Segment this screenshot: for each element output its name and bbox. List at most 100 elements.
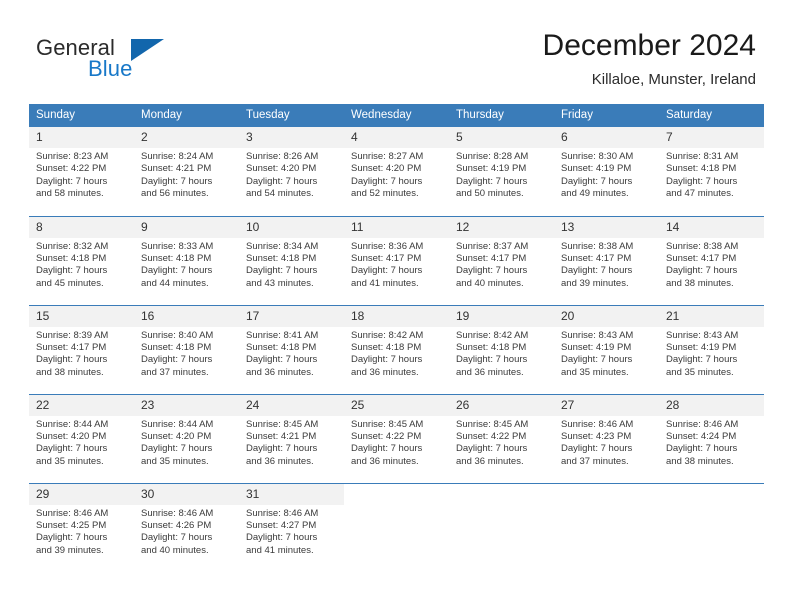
day-cell[interactable]: 8 Sunrise: 8:32 AM Sunset: 4:18 PM Daylight… (29, 215, 134, 305)
day-sunset-text: Sunset: 4:18 PM (666, 163, 737, 175)
day-daylight1-text: Daylight: 7 hours (36, 354, 108, 366)
day-sunrise-text: Sunrise: 8:39 AM (36, 329, 109, 341)
page-header: General Blue December 2024 Killaloe, Mun… (0, 0, 792, 100)
day-cell[interactable]: 25 Sunrise: 8:45 AM Sunset: 4:22 PM Dayligh… (344, 393, 449, 483)
day-cell[interactable]: 4 Sunrise: 8:27 AM Sunset: 4:20 PM Daylight… (344, 127, 449, 216)
day-sunrise-text: Sunrise: 8:36 AM (351, 240, 424, 252)
day-number: 18 (344, 305, 449, 327)
day-daylight2-text: and 36 minutes. (246, 455, 314, 467)
day-cell[interactable]: 23 Sunrise: 8:44 AM Sunset: 4:20 PM Dayligh… (134, 393, 239, 483)
day-daylight1-text: Daylight: 7 hours (141, 443, 213, 455)
weekday-header-thursday: Thursday (449, 104, 554, 127)
day-cell[interactable]: 24 Sunrise: 8:45 AM Sunset: 4:21 PM Dayligh… (239, 393, 344, 483)
day-daylight2-text: and 37 minutes. (141, 366, 209, 378)
day-number: 13 (554, 216, 659, 238)
day-cell[interactable]: 16 Sunrise: 8:40 AM Sunset: 4:18 PM Dayligh… (134, 304, 239, 394)
day-cell[interactable]: 6 Sunrise: 8:30 AM Sunset: 4:19 PM Daylight… (554, 127, 659, 216)
day-daylight2-text: and 38 minutes. (666, 455, 734, 467)
day-sunset-text: Sunset: 4:27 PM (246, 519, 317, 531)
title-block: December 2024 Killaloe, Munster, Ireland (543, 28, 756, 90)
day-cell[interactable]: 13 Sunrise: 8:38 AM Sunset: 4:17 PM Dayligh… (554, 215, 659, 305)
day-sunset-text: Sunset: 4:26 PM (141, 519, 212, 531)
day-cell[interactable]: 1 Sunrise: 8:23 AM Sunset: 4:22 PM Daylight… (29, 127, 134, 216)
day-daylight1-text: Daylight: 7 hours (36, 265, 108, 277)
day-details: Sunrise: 8:41 AM Sunset: 4:18 PM Daylight:… (239, 327, 344, 380)
day-daylight1-text: Daylight: 7 hours (36, 443, 108, 455)
day-sunrise-text: Sunrise: 8:24 AM (141, 151, 214, 162)
day-cell[interactable]: 19 Sunrise: 8:42 AM Sunset: 4:18 PM Dayligh… (449, 304, 554, 394)
day-cell[interactable]: 22 Sunrise: 8:44 AM Sunset: 4:20 PM Dayligh… (29, 393, 134, 483)
day-cell[interactable]: 30 Sunrise: 8:46 AM Sunset: 4:26 PM Dayligh… (134, 482, 239, 572)
day-cell[interactable]: 10 Sunrise: 8:34 AM Sunset: 4:18 PM Dayligh… (239, 215, 344, 305)
day-daylight2-text: and 41 minutes. (351, 277, 419, 289)
day-cell[interactable]: 26 Sunrise: 8:45 AM Sunset: 4:22 PM Dayligh… (449, 393, 554, 483)
day-cell[interactable]: 28 Sunrise: 8:46 AM Sunset: 4:24 PM Dayligh… (659, 393, 764, 483)
day-details: Sunrise: 8:30 AM Sunset: 4:19 PM Daylight:… (554, 148, 659, 201)
logo-triangle-icon (131, 39, 164, 61)
calendar-page: General Blue December 2024 Killaloe, Mun… (0, 0, 792, 612)
day-sunset-text: Sunset: 4:24 PM (666, 430, 737, 442)
day-sunset-text: Sunset: 4:22 PM (351, 430, 422, 442)
day-daylight1-text: Daylight: 7 hours (351, 175, 423, 187)
day-sunset-text: Sunset: 4:18 PM (246, 341, 317, 353)
day-cell[interactable]: 11 Sunrise: 8:36 AM Sunset: 4:17 PM Dayligh… (344, 215, 449, 305)
general-blue-logo[interactable]: General Blue (36, 36, 216, 84)
day-daylight1-text: Daylight: 7 hours (246, 175, 318, 187)
day-cell[interactable]: 31 Sunrise: 8:46 AM Sunset: 4:27 PM Dayligh… (239, 482, 344, 572)
day-cell[interactable]: 12 Sunrise: 8:37 AM Sunset: 4:17 PM Dayligh… (449, 215, 554, 305)
day-cell[interactable]: 20 Sunrise: 8:43 AM Sunset: 4:19 PM Dayligh… (554, 304, 659, 394)
day-details: Sunrise: 8:46 AM Sunset: 4:27 PM Daylight:… (239, 505, 344, 558)
day-sunset-text: Sunset: 4:25 PM (36, 519, 107, 531)
day-daylight2-text: and 43 minutes. (246, 277, 314, 289)
calendar-body: 1 Sunrise: 8:23 AM Sunset: 4:22 PM Daylight… (29, 127, 764, 572)
day-daylight1-text: Daylight: 7 hours (246, 443, 318, 455)
day-sunset-text: Sunset: 4:21 PM (141, 163, 212, 175)
day-details: Sunrise: 8:44 AM Sunset: 4:20 PM Daylight:… (134, 416, 239, 469)
day-sunrise-text: Sunrise: 8:32 AM (36, 240, 109, 252)
day-daylight2-text: and 36 minutes. (456, 455, 524, 467)
day-cell[interactable]: 29 Sunrise: 8:46 AM Sunset: 4:25 PM Dayligh… (29, 482, 134, 572)
day-cell[interactable]: 27 Sunrise: 8:46 AM Sunset: 4:23 PM Dayligh… (554, 393, 659, 483)
day-daylight1-text: Daylight: 7 hours (36, 175, 108, 187)
day-cell[interactable]: 5 Sunrise: 8:28 AM Sunset: 4:19 PM Daylight… (449, 127, 554, 216)
day-number: 4 (344, 127, 449, 148)
day-number-empty (344, 483, 449, 505)
day-daylight2-text: and 58 minutes. (36, 188, 104, 200)
day-daylight1-text: Daylight: 7 hours (456, 443, 528, 455)
day-sunset-text: Sunset: 4:17 PM (666, 252, 737, 264)
day-cell[interactable]: 21 Sunrise: 8:43 AM Sunset: 4:19 PM Dayligh… (659, 304, 764, 394)
day-cell[interactable]: 14 Sunrise: 8:38 AM Sunset: 4:17 PM Dayligh… (659, 215, 764, 305)
day-cell[interactable]: 3 Sunrise: 8:26 AM Sunset: 4:20 PM Daylight… (239, 127, 344, 216)
day-sunrise-text: Sunrise: 8:38 AM (666, 240, 739, 252)
day-daylight2-text: and 56 minutes. (141, 188, 209, 200)
day-daylight2-text: and 36 minutes. (351, 455, 419, 467)
calendar-header-row: Sunday Monday Tuesday Wednesday Thursday Frid… (29, 104, 764, 127)
day-cell[interactable]: 7 Sunrise: 8:31 AM Sunset: 4:18 PM Daylight… (659, 127, 764, 216)
day-details: Sunrise: 8:45 AM Sunset: 4:22 PM Daylight:… (449, 416, 554, 469)
logo-text-blue: Blue (88, 56, 133, 81)
day-cell[interactable]: 18 Sunrise: 8:42 AM Sunset: 4:18 PM Dayligh… (344, 304, 449, 394)
day-details: Sunrise: 8:23 AM Sunset: 4:22 PM Daylight:… (29, 148, 134, 201)
day-daylight1-text: Daylight: 7 hours (561, 443, 633, 455)
day-sunrise-text: Sunrise: 8:31 AM (666, 151, 739, 162)
day-cell[interactable]: 2 Sunrise: 8:24 AM Sunset: 4:21 PM Daylight… (134, 127, 239, 216)
day-cell[interactable]: 9 Sunrise: 8:33 AM Sunset: 4:18 PM Daylight… (134, 215, 239, 305)
day-sunrise-text: Sunrise: 8:46 AM (246, 507, 319, 519)
calendar-week-row: 15 Sunrise: 8:39 AM Sunset: 4:17 PM Dayligh… (29, 304, 764, 394)
day-sunrise-text: Sunrise: 8:42 AM (456, 329, 529, 341)
day-number: 2 (134, 127, 239, 148)
day-cell[interactable]: 15 Sunrise: 8:39 AM Sunset: 4:17 PM Dayligh… (29, 304, 134, 394)
day-details: Sunrise: 8:26 AM Sunset: 4:20 PM Daylight:… (239, 148, 344, 201)
day-daylight1-text: Daylight: 7 hours (351, 265, 423, 277)
day-details: Sunrise: 8:37 AM Sunset: 4:17 PM Daylight:… (449, 238, 554, 291)
day-sunset-text: Sunset: 4:18 PM (141, 341, 212, 353)
day-daylight2-text: and 40 minutes. (456, 277, 524, 289)
day-sunrise-text: Sunrise: 8:40 AM (141, 329, 214, 341)
day-daylight2-text: and 44 minutes. (141, 277, 209, 289)
day-sunrise-text: Sunrise: 8:33 AM (141, 240, 214, 252)
day-daylight2-text: and 54 minutes. (246, 188, 314, 200)
day-cell[interactable]: 17 Sunrise: 8:41 AM Sunset: 4:18 PM Dayligh… (239, 304, 344, 394)
day-number: 7 (659, 127, 764, 148)
day-details: Sunrise: 8:31 AM Sunset: 4:18 PM Daylight:… (659, 148, 764, 201)
day-number: 23 (134, 394, 239, 416)
